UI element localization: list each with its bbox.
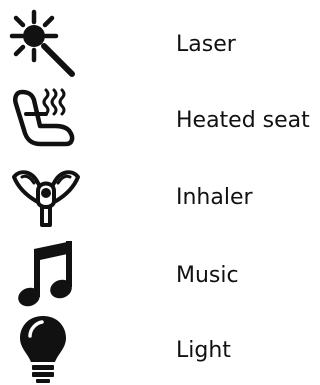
legend-item-laser: Laser [0, 8, 320, 78]
icon-legend: Laser Heated seat Inhaler Music Light [0, 0, 320, 385]
music-icon [8, 239, 86, 309]
legend-item-music: Music [0, 239, 320, 309]
laser-icon [8, 8, 86, 78]
legend-label-laser: Laser [176, 32, 236, 57]
legend-label-heated-seat: Heated seat [176, 108, 310, 133]
light-icon [8, 314, 86, 384]
legend-label-music: Music [176, 263, 239, 288]
legend-item-inhaler: Inhaler [0, 161, 320, 231]
heated-seat-icon [8, 84, 86, 154]
legend-label-inhaler: Inhaler [176, 185, 253, 210]
inhaler-icon [8, 161, 86, 231]
legend-label-light: Light [176, 338, 231, 363]
legend-item-heated-seat: Heated seat [0, 84, 320, 154]
legend-item-light: Light [0, 314, 320, 384]
